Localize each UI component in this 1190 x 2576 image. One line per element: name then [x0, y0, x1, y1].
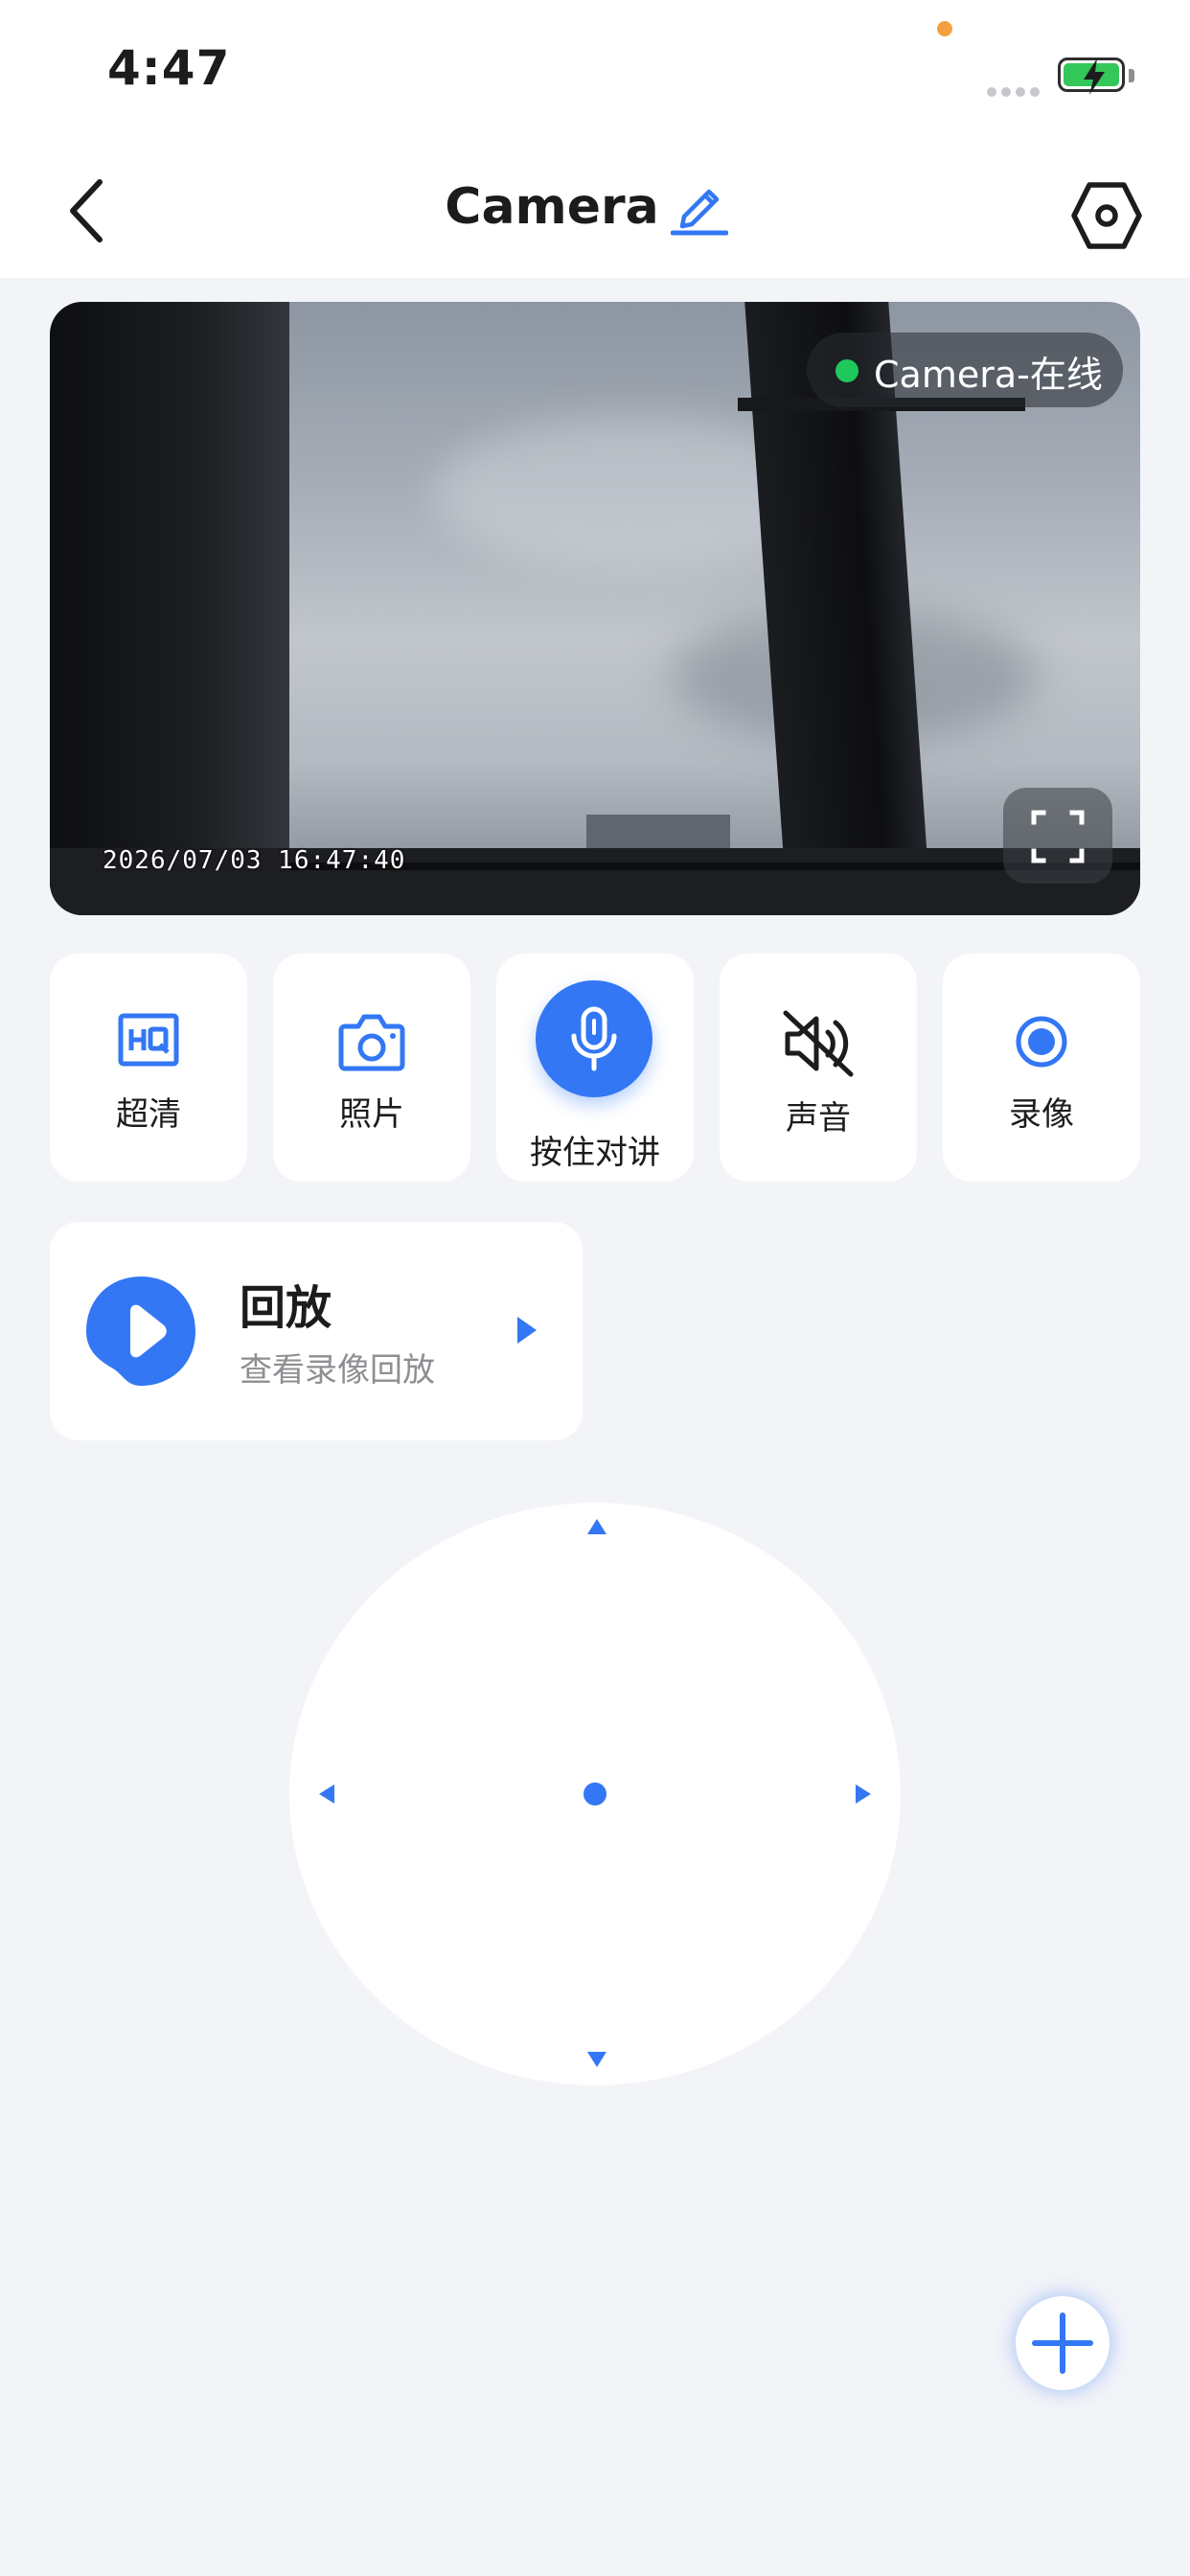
playback-subtitle: 查看录像回放	[240, 1351, 435, 1390]
camera-video-feed[interactable]: Camera-在线 2026/07/03 16:47:40	[50, 302, 1140, 915]
ptz-right-arrow-icon[interactable]	[855, 1783, 872, 1805]
ptz-left-arrow-icon[interactable]	[318, 1783, 335, 1805]
online-status-label: Camera-在线	[874, 354, 1103, 396]
ptz-down-arrow-icon[interactable]	[586, 2051, 607, 2068]
battery-icon	[1058, 58, 1125, 95]
control-label: 按住对讲	[530, 1134, 660, 1172]
signal-icon	[987, 82, 1044, 101]
plus-icon	[1032, 2312, 1093, 2374]
sound-toggle-button[interactable]: 声音	[720, 954, 917, 1182]
playback-title: 回放	[240, 1281, 332, 1335]
control-label: 超清	[116, 1095, 181, 1134]
battery-cap	[1129, 69, 1134, 82]
pencil-icon	[670, 189, 729, 236]
add-button[interactable]	[1016, 2296, 1110, 2390]
camera-icon	[338, 1014, 405, 1071]
video-timestamp: 2026/07/03 16:47:40	[103, 846, 406, 875]
online-dot-icon	[835, 359, 858, 382]
status-time: 4:47	[107, 40, 231, 96]
fullscreen-button[interactable]	[1003, 788, 1112, 884]
hq-icon	[118, 1013, 179, 1067]
back-button[interactable]	[57, 172, 115, 249]
speaker-muted-icon	[783, 1010, 854, 1077]
settings-button[interactable]	[1068, 177, 1145, 254]
arrow-right-icon	[517, 1317, 537, 1344]
record-button[interactable]: 录像	[943, 954, 1140, 1182]
settings-hexagon-icon	[1071, 182, 1142, 249]
chevron-left-icon	[70, 179, 103, 242]
fullscreen-icon	[1031, 810, 1085, 863]
quality-hd-button[interactable]: 超清	[50, 954, 247, 1182]
record-icon	[1016, 1016, 1067, 1068]
talk-button-circle	[536, 980, 652, 1097]
control-label: 声音	[786, 1099, 851, 1138]
control-label: 录像	[1009, 1095, 1074, 1134]
snapshot-button[interactable]: 照片	[273, 954, 470, 1182]
privacy-indicator-dot	[937, 21, 952, 36]
nav-bar	[0, 144, 1190, 278]
edit-name-button[interactable]	[670, 178, 729, 236]
control-label: 照片	[339, 1095, 404, 1134]
ptz-center-dot	[584, 1782, 606, 1806]
window-frame	[50, 302, 289, 915]
playback-logo-icon	[86, 1276, 195, 1386]
ptz-up-arrow-icon[interactable]	[586, 1518, 607, 1535]
push-to-talk-button[interactable]: 按住对讲	[496, 954, 694, 1182]
microphone-icon	[571, 1006, 617, 1071]
